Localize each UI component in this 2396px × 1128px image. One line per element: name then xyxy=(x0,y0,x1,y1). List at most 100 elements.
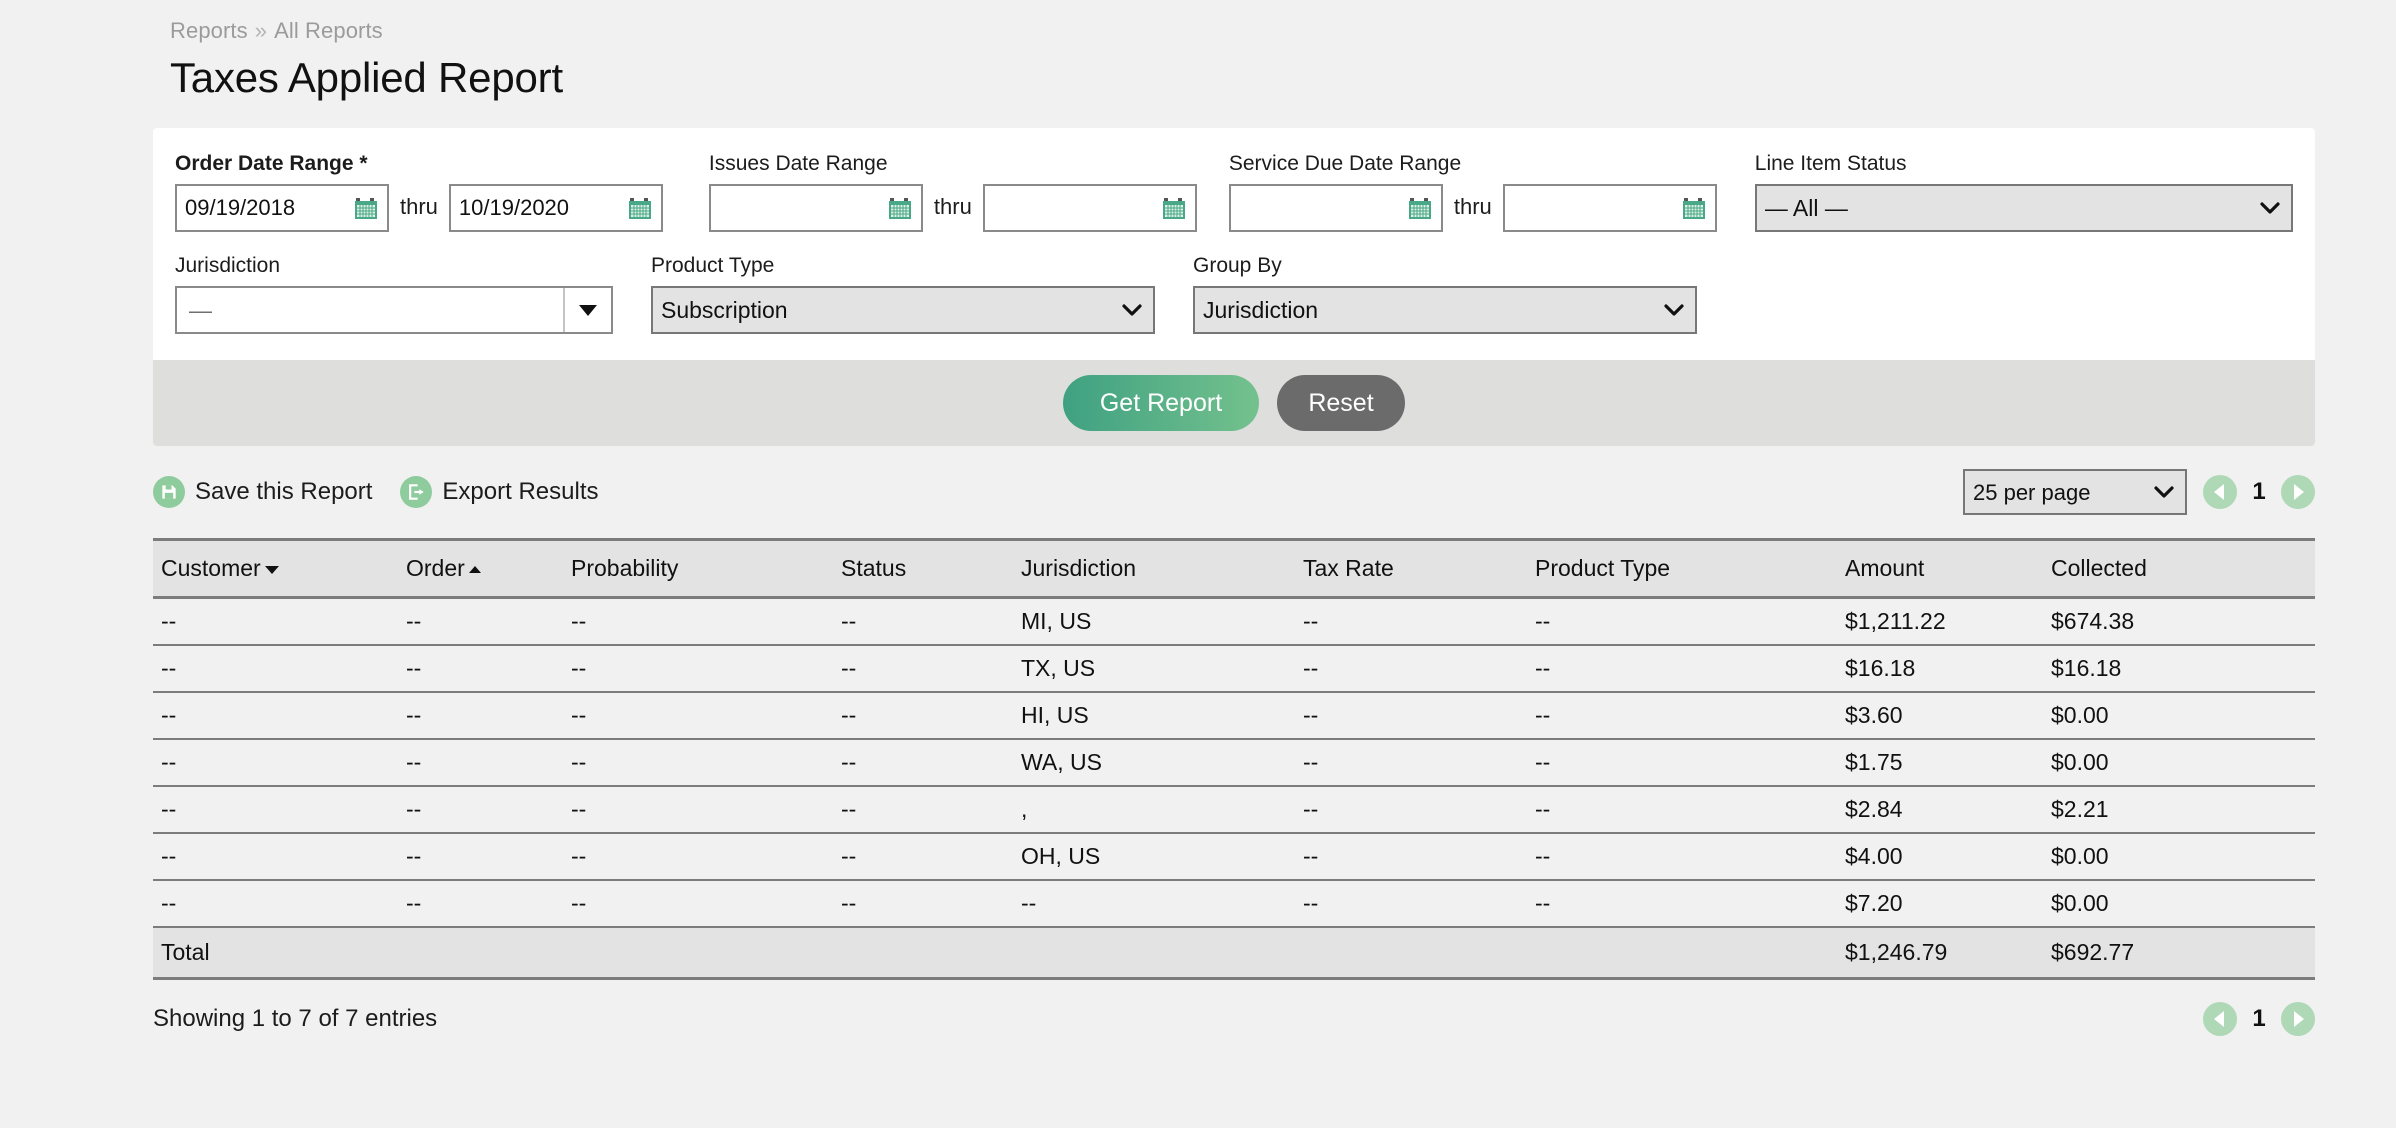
table-cell-customer: -- xyxy=(153,597,398,646)
pagination-top: 1 xyxy=(2203,475,2315,509)
service-due-date-to-input[interactable] xyxy=(1502,184,1717,232)
column-header-probability[interactable]: Probability xyxy=(563,538,833,599)
column-header-jurisdiction[interactable]: Jurisdiction xyxy=(1013,538,1295,599)
arrow-right-icon xyxy=(2294,484,2304,500)
table-cell-order: -- xyxy=(398,691,563,740)
table-cell-status: -- xyxy=(833,597,1013,646)
table-header-row: Customer Order Probability Status Jurisd… xyxy=(153,538,2315,599)
table-cell-customer: -- xyxy=(153,644,398,693)
column-label-order: Order xyxy=(406,555,465,581)
table-cell-customer: -- xyxy=(161,889,177,916)
column-header-product-type[interactable]: Product Type xyxy=(1527,538,1837,599)
report-table-foot: Total $1,246.79 $692.77 xyxy=(153,925,2315,980)
issues-date-to-input[interactable] xyxy=(982,184,1197,232)
field-order-date-range: Order Date Range * 09/19/2018 thru 10/19… xyxy=(175,152,663,232)
filter-card: Order Date Range * 09/19/2018 thru 10/19… xyxy=(153,128,2315,446)
table-row: -- -- -- -- TX, US -- -- $16.18 $16.18 xyxy=(153,644,2315,693)
table-cell-tax-rate: -- xyxy=(1303,889,1319,916)
export-arrow-icon xyxy=(409,484,424,500)
calendar-icon[interactable] xyxy=(628,197,651,219)
previous-page-button[interactable] xyxy=(2203,1002,2237,1036)
column-header-customer[interactable]: Customer xyxy=(153,538,398,599)
table-cell-product-type: -- xyxy=(1527,785,1837,834)
results-section: Save this Report Export Results 25 per p… xyxy=(153,446,2315,1058)
caret-down-icon xyxy=(264,565,279,574)
per-page-select[interactable]: 25 per page xyxy=(1963,469,2187,515)
calendar-icon[interactable] xyxy=(1408,197,1431,219)
table-cell-jurisdiction: HI, US xyxy=(1013,691,1295,740)
export-results-link[interactable]: Export Results xyxy=(400,476,598,508)
issues-date-from-input[interactable] xyxy=(708,184,923,232)
results-footer: Showing 1 to 7 of 7 entries 1 xyxy=(153,980,2315,1058)
column-header-tax-rate[interactable]: Tax Rate xyxy=(1295,538,1527,599)
results-toolbar: Save this Report Export Results 25 per p… xyxy=(153,446,2315,538)
breadcrumb-reports[interactable]: Reports xyxy=(170,18,248,43)
calendar-icon[interactable] xyxy=(355,197,377,219)
jurisdiction-label: Jurisdiction xyxy=(175,254,281,277)
line-item-status-label: Line Item Status xyxy=(1754,152,1907,175)
issues-date-thru-label: thru xyxy=(933,194,972,219)
table-row: -- -- -- --, -- -- $2.84 $2.21 xyxy=(153,785,2315,834)
order-date-to-input[interactable]: 10/19/2020 xyxy=(448,184,663,232)
line-item-status-select[interactable]: — All — xyxy=(1754,184,2293,232)
table-row: -- -- -- -- OH, US -- -- $4.00 $0.00 xyxy=(153,832,2315,881)
column-header-amount[interactable]: Amount xyxy=(1837,538,2043,599)
breadcrumb: Reports» All Reports xyxy=(0,0,2396,44)
table-row: -- -- -- -- HI, US -- -- $3.60 $0.00 xyxy=(153,691,2315,740)
line-item-status-select-wrap: — All — xyxy=(1754,184,2293,232)
per-page-select-wrap: 25 per page xyxy=(1963,469,2187,515)
export-icon xyxy=(400,476,433,508)
jurisdiction-dropdown-arrow[interactable] xyxy=(563,288,611,332)
save-this-report-link[interactable]: Save this Report xyxy=(153,476,372,508)
service-due-date-from-input[interactable] xyxy=(1228,184,1443,232)
calendar-icon[interactable] xyxy=(1682,197,1705,219)
product-type-select[interactable]: Subscription xyxy=(651,286,1155,334)
showing-entries-label: Showing 1 to 7 of 7 entries xyxy=(153,1005,438,1032)
next-page-button[interactable] xyxy=(2281,1002,2315,1036)
next-page-button[interactable] xyxy=(2281,475,2315,509)
issues-date-range-label: Issues Date Range xyxy=(708,152,888,175)
previous-page-button[interactable] xyxy=(2203,475,2237,509)
caret-down-icon xyxy=(579,304,597,316)
table-cell-probability: -- xyxy=(563,785,833,834)
filter-row-selects: Jurisdiction — Product Type Subscription xyxy=(175,254,2293,334)
column-header-status[interactable]: Status xyxy=(833,538,1013,599)
column-header-collected[interactable]: Collected xyxy=(2043,538,2315,599)
calendar-icon[interactable] xyxy=(888,197,911,219)
table-cell-customer: -- xyxy=(153,738,398,787)
order-date-range-label: Order Date Range * xyxy=(175,152,368,175)
table-cell-order: -- xyxy=(398,832,563,881)
page-title: Taxes Applied Report xyxy=(170,54,563,101)
jurisdiction-select[interactable]: — xyxy=(175,286,613,334)
table-cell-collected: $0.00 xyxy=(2043,832,2315,881)
current-page-number: 1 xyxy=(2252,478,2266,505)
table-cell-status: -- xyxy=(841,889,857,916)
table-cell-jurisdiction: OH, US xyxy=(1013,832,1295,881)
toolbar-right: 25 per page 1 xyxy=(1963,469,2315,515)
arrow-right-icon xyxy=(2294,1011,2304,1027)
table-cell-customer: -- xyxy=(153,832,398,881)
field-jurisdiction: Jurisdiction — xyxy=(175,254,613,334)
group-by-label: Group By xyxy=(1193,254,1282,277)
table-cell-customer: -- xyxy=(153,691,398,740)
floppy-disk-icon xyxy=(162,485,176,499)
table-cell-tax-rate: -- xyxy=(1295,785,1527,834)
jurisdiction-value: — xyxy=(189,296,212,323)
total-spacer-product-type xyxy=(1527,925,1837,980)
table-cell-tax-rate: -- xyxy=(1295,691,1527,740)
filter-row-dates: Order Date Range * 09/19/2018 thru 10/19… xyxy=(175,152,2293,232)
reset-button[interactable]: Reset xyxy=(1277,375,1405,431)
table-cell-collected: $16.18 xyxy=(2043,644,2315,693)
export-results-label: Export Results xyxy=(442,478,599,505)
table-cell-tax-rate: -- xyxy=(1295,644,1527,693)
column-header-order[interactable]: Order xyxy=(398,538,563,599)
field-line-item-status: Line Item Status — All — xyxy=(1754,152,2293,232)
table-cell-probability: -- xyxy=(563,738,833,787)
total-amount: $1,246.79 xyxy=(1837,925,2043,980)
order-date-from-input[interactable]: 09/19/2018 xyxy=(175,184,389,232)
get-report-button[interactable]: Get Report xyxy=(1063,375,1259,431)
group-by-select[interactable]: Jurisdiction xyxy=(1193,286,1697,334)
calendar-icon[interactable] xyxy=(1162,197,1185,219)
save-this-report-label: Save this Report xyxy=(195,478,373,505)
breadcrumb-all-reports[interactable]: All Reports xyxy=(274,18,383,43)
